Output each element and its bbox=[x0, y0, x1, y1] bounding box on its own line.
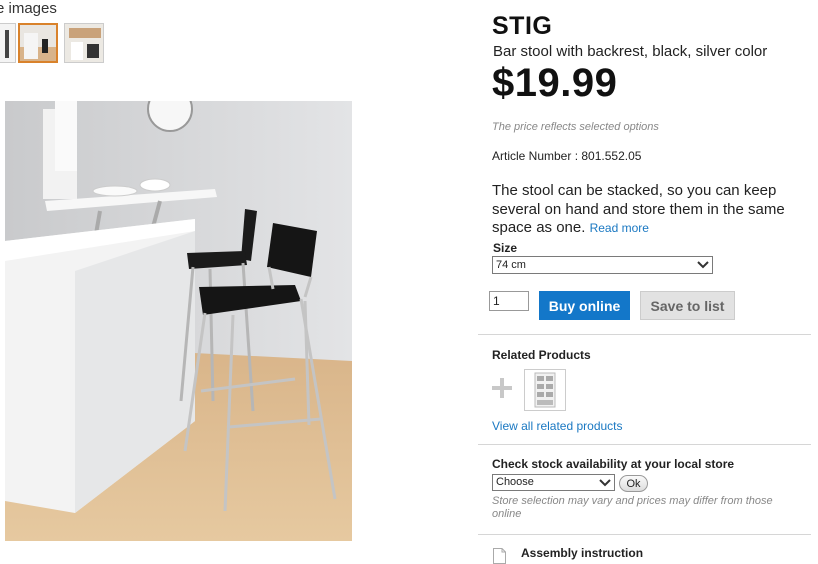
quantity-input[interactable]: 1 bbox=[489, 291, 529, 311]
product-price: $19.99 bbox=[492, 61, 618, 105]
size-select[interactable]: 74 cm bbox=[492, 256, 713, 274]
chevron-down-icon bbox=[599, 479, 611, 487]
related-products-title: Related Products bbox=[492, 348, 591, 362]
view-all-related-link[interactable]: View all related products bbox=[492, 419, 623, 433]
store-selected-value: Choose bbox=[496, 476, 534, 488]
plus-icon bbox=[492, 378, 512, 398]
divider bbox=[478, 444, 811, 445]
divider bbox=[478, 334, 811, 335]
product-summary: The stool can be stacked, so you can kee… bbox=[492, 182, 797, 238]
image-thumbnail[interactable] bbox=[64, 23, 104, 63]
store-note: Store selection may vary and prices may … bbox=[492, 495, 773, 520]
stock-check-title: Check stock availability at your local s… bbox=[492, 457, 735, 471]
product-description: Bar stool with backrest, black, silver c… bbox=[493, 43, 768, 60]
read-more-link[interactable]: Read more bbox=[590, 221, 649, 235]
ok-button[interactable]: Ok bbox=[619, 475, 648, 492]
product-main-image bbox=[5, 101, 352, 541]
buy-online-button[interactable]: Buy online bbox=[539, 291, 630, 320]
size-label: Size bbox=[493, 241, 518, 255]
size-selected-value: 74 cm bbox=[496, 259, 526, 271]
divider bbox=[478, 534, 811, 535]
image-thumbnail[interactable] bbox=[0, 23, 16, 63]
article-number-value: 801.552.05 bbox=[581, 149, 642, 163]
store-select[interactable]: Choose bbox=[492, 474, 615, 491]
related-product-thumbnail[interactable] bbox=[524, 369, 566, 411]
article-number-label: Article Number : bbox=[492, 149, 582, 163]
save-to-list-button[interactable]: Save to list bbox=[640, 291, 735, 320]
document-icon bbox=[493, 548, 506, 564]
assembly-instruction-link[interactable]: Assembly instruction bbox=[521, 546, 643, 560]
more-images-label: e images bbox=[0, 0, 57, 17]
image-thumbnail-selected[interactable] bbox=[18, 23, 58, 63]
chevron-down-icon bbox=[697, 261, 709, 269]
price-note: The price reflects selected options bbox=[492, 121, 659, 133]
product-name: STIG bbox=[492, 12, 553, 40]
article-number: Article Number : 801.552.05 bbox=[492, 149, 641, 163]
